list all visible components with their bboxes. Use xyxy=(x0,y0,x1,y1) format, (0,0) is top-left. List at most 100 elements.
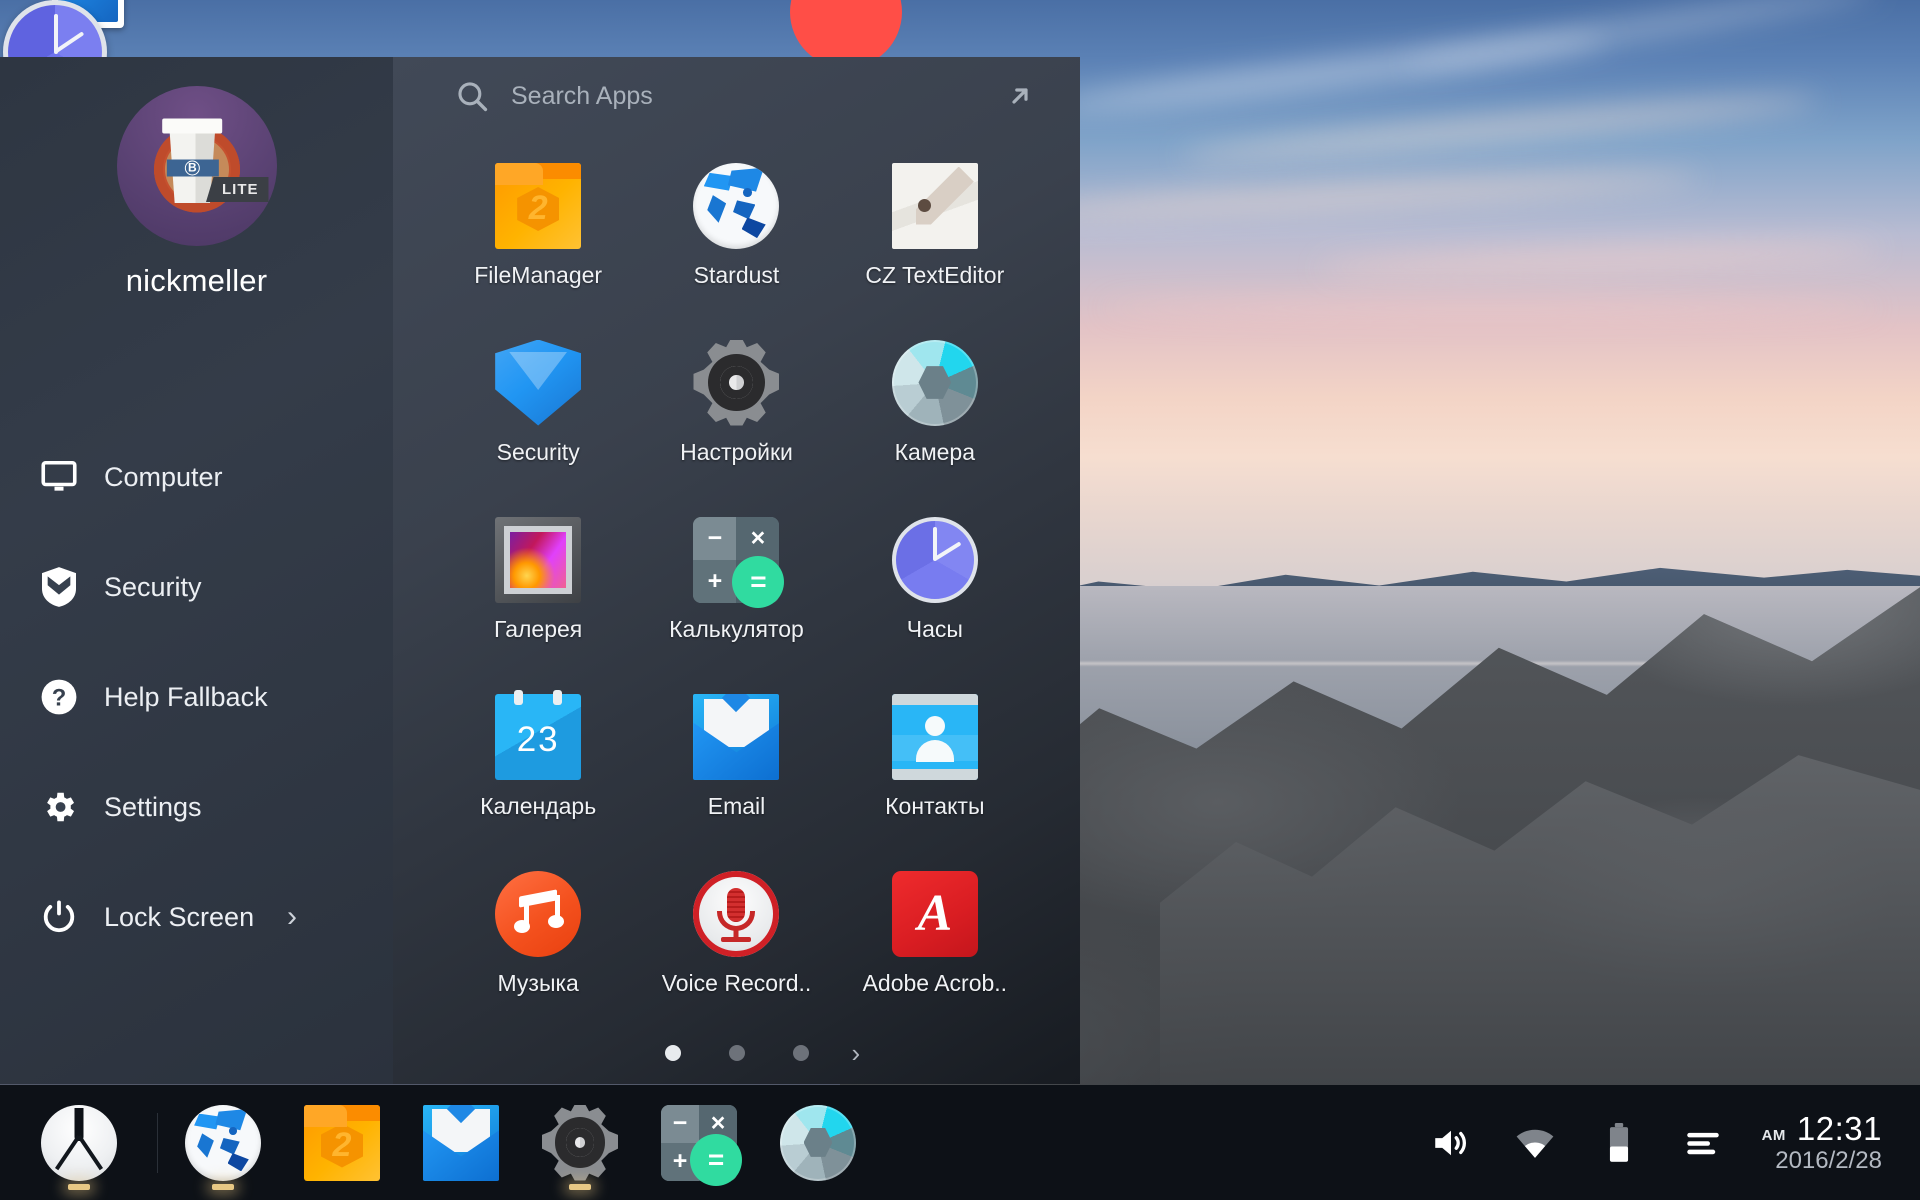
avatar-initial: B xyxy=(184,160,200,176)
app-settings[interactable]: Настройки xyxy=(637,314,835,491)
filemanager-icon xyxy=(304,1104,380,1181)
calc-equals: = xyxy=(690,1133,742,1186)
settings-gear-icon xyxy=(693,339,780,426)
globe-icon xyxy=(185,1104,261,1181)
search-input[interactable] xyxy=(511,81,998,111)
app-label: Калькулятор xyxy=(669,615,804,642)
taskbar-item-camera[interactable] xyxy=(775,1100,861,1186)
avatar[interactable]: B LITE xyxy=(116,86,277,246)
taskbar-item-stardust[interactable] xyxy=(180,1100,266,1186)
sidebar-item-label: Settings xyxy=(104,791,202,822)
camera-icon xyxy=(891,339,978,426)
app-cz-texteditor[interactable]: CZ TextEditor xyxy=(836,137,1034,314)
texteditor-icon xyxy=(891,162,978,249)
sidebar-item-help-fallback[interactable]: ? Help Fallback xyxy=(0,642,393,752)
notifications-icon[interactable] xyxy=(1666,1106,1740,1180)
calc-minus: − xyxy=(672,1109,688,1137)
taskbar-separator xyxy=(157,1112,158,1173)
search-bar xyxy=(393,57,1080,135)
app-grid: FileManager Stardust CZ TextEditor Secur… xyxy=(393,135,1080,1022)
calc-minus: − xyxy=(707,523,723,552)
pdf-icon xyxy=(891,870,978,957)
sidebar-item-settings[interactable]: Settings xyxy=(0,752,393,862)
app-label: FileManager xyxy=(474,261,603,288)
settings-gear-icon xyxy=(542,1104,618,1181)
filemanager-icon xyxy=(495,162,582,249)
taskbar-item-calculator[interactable]: − × + = xyxy=(656,1100,742,1186)
app-stardust[interactable]: Stardust xyxy=(637,137,835,314)
app-gallery[interactable]: Галерея xyxy=(439,491,637,668)
clock-time: 12:31 xyxy=(1796,1109,1882,1147)
avatar-badge: LITE xyxy=(206,177,269,202)
app-label: Музыка xyxy=(497,969,579,996)
taskbar-item-email[interactable] xyxy=(418,1100,504,1186)
app-music[interactable]: Музыка xyxy=(439,845,637,1022)
app-label: Календарь xyxy=(480,792,597,819)
volume-icon[interactable] xyxy=(1414,1106,1488,1180)
shield-icon xyxy=(495,339,582,426)
calc-times: × xyxy=(750,523,766,552)
mail-icon xyxy=(423,1104,499,1181)
clock-ampm: AM xyxy=(1761,1126,1786,1144)
sidebar-menu: Computer Security ? Help Fallback Settin… xyxy=(0,422,393,972)
page-dot-1[interactable] xyxy=(664,1045,681,1061)
globe-icon xyxy=(693,162,780,249)
app-label: Контакты xyxy=(885,792,985,819)
app-label: CZ TextEditor xyxy=(865,261,1005,288)
gallery-icon xyxy=(495,516,582,603)
app-label: Настройки xyxy=(680,438,793,465)
app-calendar[interactable]: 23 Календарь xyxy=(439,668,637,845)
app-label: Security xyxy=(496,438,580,465)
search-icon xyxy=(455,79,489,113)
app-label: Email xyxy=(707,792,766,819)
battery-icon[interactable] xyxy=(1582,1106,1656,1180)
page-indicator: › xyxy=(393,1022,1080,1084)
sidebar-item-label: Lock Screen xyxy=(104,901,255,932)
microphone-icon xyxy=(693,870,780,957)
sidebar-item-label: Help Fallback xyxy=(104,681,268,712)
next-page-chevron-icon[interactable]: › xyxy=(852,1038,861,1069)
clock-date: 2016/2/28 xyxy=(1775,1147,1882,1175)
taskbar-item-filemanager[interactable] xyxy=(299,1100,385,1186)
user-name: nickmeller xyxy=(125,263,268,298)
app-label: Voice Record.. xyxy=(661,969,812,996)
taskbar-clock[interactable]: AM 12:31 2016/2/28 xyxy=(1762,1111,1882,1175)
sidebar-item-label: Security xyxy=(104,571,202,602)
coffee-cup-lid-icon xyxy=(161,118,222,134)
app-clock[interactable]: Часы xyxy=(836,491,1034,668)
app-camera[interactable]: Камера xyxy=(836,314,1034,491)
taskbar-launcher-button[interactable] xyxy=(36,1100,122,1186)
mail-icon xyxy=(693,693,780,780)
system-tray: AM 12:31 2016/2/28 xyxy=(1404,1106,1920,1180)
sidebar-item-lock-screen[interactable]: Lock Screen › xyxy=(0,862,393,972)
app-filemanager[interactable]: FileManager xyxy=(439,137,637,314)
app-label: Adobe Acrob.. xyxy=(862,969,1008,996)
camera-icon xyxy=(780,1104,856,1181)
gear-icon xyxy=(36,787,82,827)
calculator-icon: − × + = xyxy=(693,516,785,608)
app-security[interactable]: Security xyxy=(439,314,637,491)
app-adobe-acrobat[interactable]: Adobe Acrob.. xyxy=(836,845,1034,1022)
sidebar-item-label: Computer xyxy=(104,461,223,492)
calc-plus: + xyxy=(707,566,723,595)
app-voice-recorder[interactable]: Voice Record.. xyxy=(637,845,835,1022)
launcher-icon xyxy=(41,1104,117,1181)
launcher-panel: B LITE nickmeller Computer Security ? He… xyxy=(0,57,1080,1084)
sidebar-item-security[interactable]: Security xyxy=(0,532,393,642)
app-calculator[interactable]: − × + = Калькулятор xyxy=(637,491,835,668)
taskbar-launchers: − × + = xyxy=(0,1100,894,1186)
taskbar-item-settings[interactable] xyxy=(537,1100,623,1186)
coffee-cup-band: B xyxy=(166,159,219,177)
help-icon: ? xyxy=(36,677,82,717)
sidebar-item-computer[interactable]: Computer xyxy=(0,422,393,532)
app-label: Галерея xyxy=(494,615,583,642)
app-contacts[interactable]: Контакты xyxy=(836,668,1034,845)
launcher-sidebar: B LITE nickmeller Computer Security ? He… xyxy=(0,57,393,1084)
arrow-up-right-icon[interactable] xyxy=(998,74,1042,118)
chevron-right-icon: › xyxy=(287,900,297,933)
wifi-icon[interactable] xyxy=(1498,1106,1572,1180)
page-dot-2[interactable] xyxy=(728,1045,745,1061)
contacts-icon xyxy=(891,693,978,780)
app-email[interactable]: Email xyxy=(637,668,835,845)
page-dot-3[interactable] xyxy=(792,1045,809,1061)
